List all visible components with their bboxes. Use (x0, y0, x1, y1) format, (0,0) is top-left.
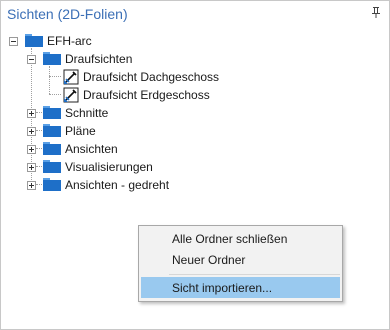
tree-node-label: Pläne (65, 124, 96, 138)
folder-icon (43, 52, 61, 65)
tree-node-label: Draufsichten (65, 52, 133, 66)
expand-icon[interactable] (27, 163, 36, 172)
folder-icon (43, 160, 61, 173)
menu-item-close-all-folders[interactable]: Alle Ordner schließen (141, 228, 340, 249)
tree-node-group[interactable]: Schnitte (1, 104, 201, 122)
folder-icon (43, 178, 61, 191)
tree-node-label: Draufsicht Erdgeschoss (83, 88, 210, 102)
menu-item-label: Alle Ordner schließen (172, 232, 288, 246)
expand-icon[interactable] (27, 181, 36, 190)
tree-node-label: Visualisierungen (65, 160, 153, 174)
expand-icon[interactable] (27, 109, 36, 118)
tree-node-view[interactable]: Draufsicht Dachgeschoss (1, 68, 241, 86)
plan-view-icon (63, 69, 79, 85)
views-panel: Sichten (2D-Folien) EFH-arc Draufsichten… (0, 0, 390, 330)
expand-icon[interactable] (27, 145, 36, 154)
tree-node-group[interactable]: Ansichten - gedreht (1, 176, 221, 194)
folder-icon (43, 106, 61, 119)
menu-separator (169, 274, 340, 275)
tree-node-group[interactable]: Ansichten (1, 140, 201, 158)
tree-node-label: Schnitte (65, 106, 109, 120)
tree-node-group[interactable]: Draufsichten (1, 50, 201, 68)
tree-node-group[interactable]: Visualisierungen (1, 158, 201, 176)
folder-icon (43, 142, 61, 155)
expand-icon[interactable] (27, 127, 36, 136)
tree-node-group[interactable]: Pläne (1, 122, 201, 140)
collapse-icon[interactable] (27, 55, 36, 64)
tree-node-label: Draufsicht Dachgeschoss (83, 70, 220, 84)
folder-icon (25, 34, 43, 47)
tree-node-label: Ansichten - gedreht (65, 178, 170, 192)
tree-node-root[interactable]: EFH-arc (1, 32, 201, 50)
menu-item-new-folder[interactable]: Neuer Ordner (141, 249, 340, 270)
tree-node-view[interactable]: Draufsicht Erdgeschoss (1, 86, 241, 104)
collapse-icon[interactable] (9, 37, 18, 46)
folder-icon (43, 124, 61, 137)
menu-item-import-view[interactable]: Sicht importieren... (141, 277, 340, 298)
menu-item-label: Neuer Ordner (172, 253, 246, 267)
plan-view-icon (63, 87, 79, 103)
menu-item-label: Sicht importieren... (172, 281, 273, 295)
tree-node-label: EFH-arc (47, 34, 92, 48)
tree-node-label: Ansichten (65, 142, 118, 156)
context-menu: Alle Ordner schließen Neuer Ordner Sicht… (138, 225, 343, 302)
